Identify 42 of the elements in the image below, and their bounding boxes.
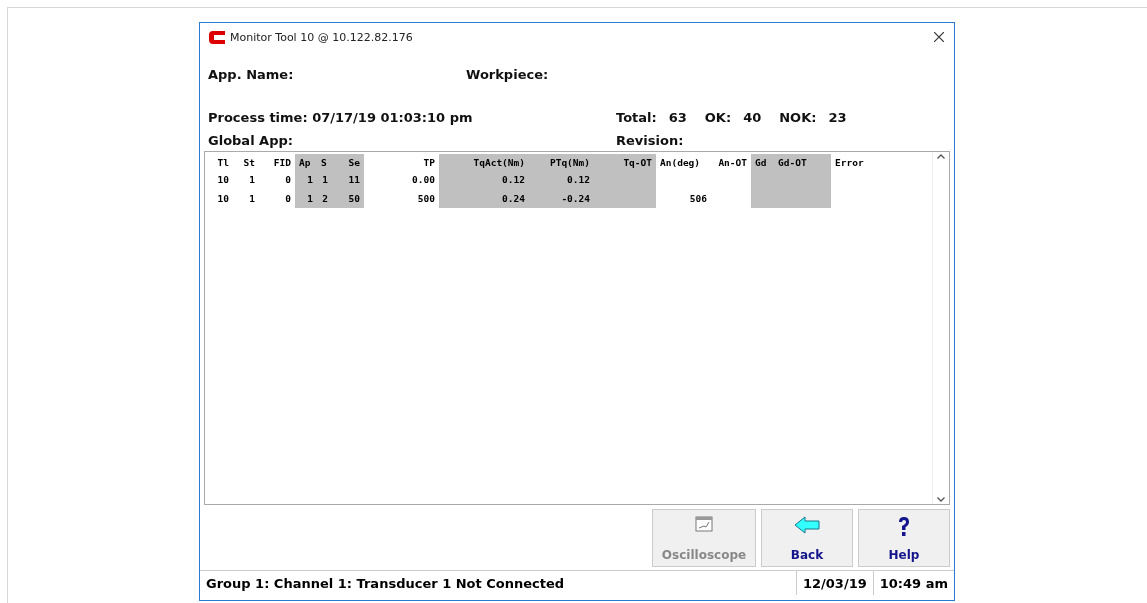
count-label: OK: xyxy=(704,110,732,125)
column-header: S xyxy=(317,154,332,170)
count-label: NOK: xyxy=(779,110,817,125)
left-arrow-icon xyxy=(794,516,820,534)
back-button[interactable]: Back xyxy=(761,509,853,567)
column-header: TqAct(Nm) xyxy=(439,154,529,170)
table-cell: 2 xyxy=(317,189,332,208)
table-cell: 1 xyxy=(295,170,317,189)
table-cell: 11 xyxy=(332,170,364,189)
table-cell: 0.12 xyxy=(439,170,529,189)
question-mark-icon xyxy=(897,516,911,538)
column-header: Se xyxy=(332,154,364,170)
column-header: Tq-OT xyxy=(594,154,656,170)
table-cell: 50 xyxy=(332,189,364,208)
close-button[interactable] xyxy=(932,30,946,44)
chart-icon xyxy=(695,516,713,532)
help-button[interactable]: Help xyxy=(858,509,950,567)
window-title: Monitor Tool 10 @ 10.122.82.176 xyxy=(230,30,414,44)
table-cell: -0.24 xyxy=(529,189,594,208)
status-message: Group 1: Channel 1: Transducer 1 Not Connected xyxy=(205,575,566,591)
column-header: Gd xyxy=(751,154,774,170)
table-cell: 0.24 xyxy=(439,189,529,208)
table-cell: 1 xyxy=(295,189,317,208)
status-time: 10:49 am xyxy=(872,571,954,595)
global-app-label: Global App: xyxy=(208,133,294,148)
process-time: Process time: 07/17/19 01:03:10 pm xyxy=(208,110,474,125)
scroll-down-icon[interactable] xyxy=(937,497,945,502)
count-label: Total: xyxy=(616,110,657,125)
column-header: Ap xyxy=(295,154,317,170)
count-value: 40 xyxy=(743,110,762,125)
app-name-label: App. Name: xyxy=(208,67,295,82)
scroll-up-icon[interactable] xyxy=(937,154,945,159)
table-cell: 1 xyxy=(317,170,332,189)
column-header: PTq(Nm) xyxy=(529,154,594,170)
table-cell: 0.12 xyxy=(529,170,594,189)
revision-label: Revision: xyxy=(616,133,685,148)
status-date: 12/03/19 xyxy=(796,571,873,595)
workpiece-label: Workpiece: xyxy=(466,67,549,82)
count-value: 23 xyxy=(828,110,847,125)
app-logo-icon xyxy=(208,29,226,45)
count-value: 63 xyxy=(668,110,687,125)
column-header: Gd-OT xyxy=(774,154,831,170)
